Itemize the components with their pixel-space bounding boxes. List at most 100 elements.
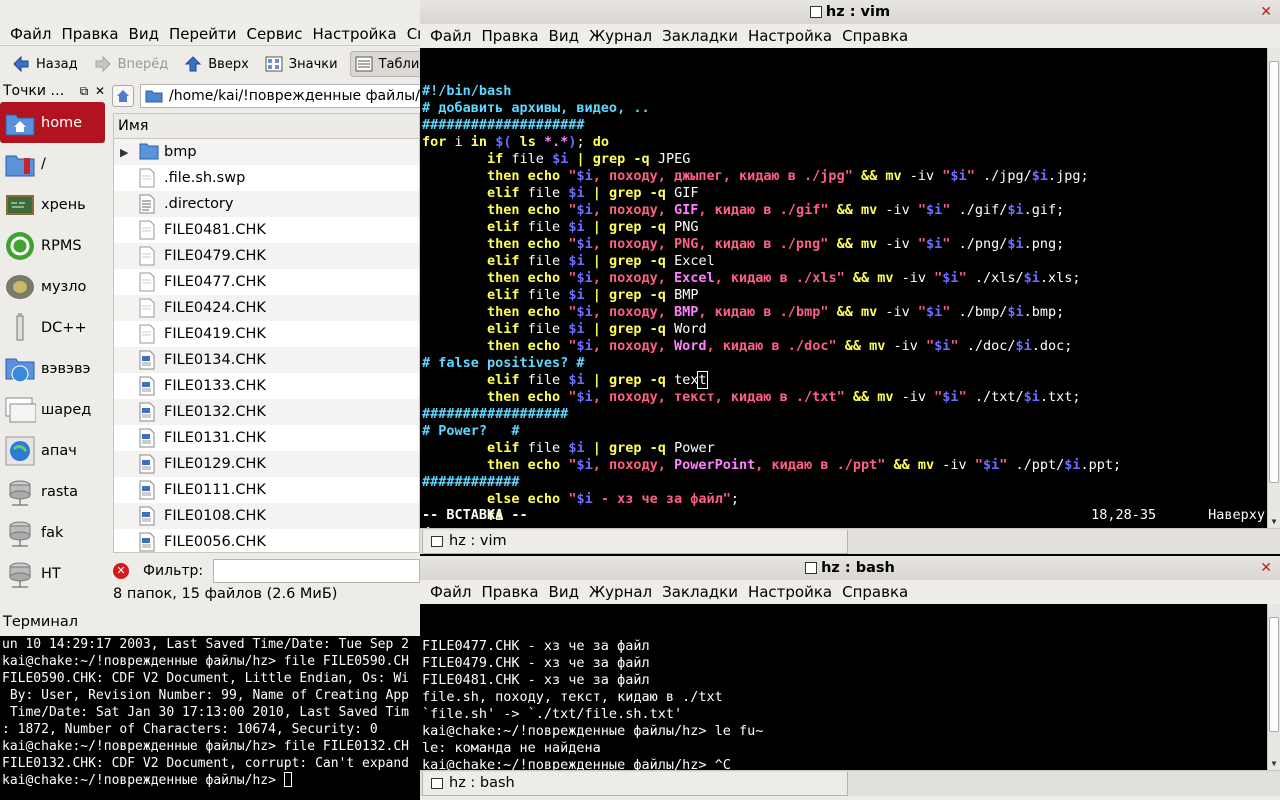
forward-button[interactable]: Вперёд [90, 51, 173, 77]
bash-menu-item-1[interactable]: Правка [481, 583, 538, 601]
table-view-button[interactable]: Таблиц [349, 51, 420, 77]
expand-arrow-icon[interactable]: ▶ [120, 146, 136, 159]
vim-token: file [519, 321, 569, 337]
network-folder-icon [4, 353, 36, 385]
fm-menu-item-5[interactable]: Настройка [303, 25, 397, 43]
network-drive-icon [4, 517, 36, 549]
icons-view-button[interactable]: Значки [261, 51, 342, 77]
file-row[interactable]: FILE0134.CHK [114, 347, 419, 373]
fm-menu-item-3[interactable]: Перейти [159, 25, 237, 43]
place-item-10[interactable]: fak [0, 512, 108, 553]
scroll-down-icon[interactable]: ▼ [1268, 515, 1280, 528]
undock-icon[interactable]: ⧉ [76, 84, 92, 99]
file-row[interactable]: FILE0481.CHK [114, 217, 419, 243]
fm-menu-item-2[interactable]: Вид [119, 25, 159, 43]
place-item-1[interactable]: / [0, 143, 108, 184]
root-folder-icon [4, 148, 36, 180]
place-item-0[interactable]: home [0, 102, 105, 143]
file-row[interactable]: FILE0111.CHK [114, 477, 419, 503]
home-button[interactable] [112, 85, 134, 107]
vim-menu-item-3[interactable]: Журнал [589, 27, 652, 45]
scroll-down-icon[interactable]: ▼ [1268, 757, 1280, 770]
vim-token: , походу, текст, кидаю в ./txt" [592, 389, 845, 405]
file-row[interactable]: FILE0479.CHK [114, 243, 419, 269]
file-row[interactable]: FILE0131.CHK [114, 425, 419, 451]
up-button[interactable]: Вверх [180, 51, 253, 77]
path-field[interactable]: /home/kai/!поврежденные файлы/hz/ [140, 84, 420, 108]
vim-token [585, 440, 593, 456]
vim-token: -q [649, 372, 666, 388]
bash-terminal[interactable]: FILE0477.CHK - хз че за файл FILE0479.CHK… [420, 604, 1280, 770]
file-row[interactable]: FILE0133.CHK [114, 373, 419, 399]
file-row[interactable]: FILE0132.CHK [114, 399, 419, 425]
bash-menu-item-3[interactable]: Журнал [589, 583, 652, 601]
vim-token: then echo [487, 202, 561, 218]
bash-menu-item-5[interactable]: Настройка [748, 583, 832, 601]
file-row[interactable]: FILE0477.CHK [114, 269, 419, 295]
filter-bar: ✕ Фильтр: [113, 559, 420, 583]
bash-menu-item-4[interactable]: Закладки [662, 583, 738, 601]
embedded-terminal[interactable]: un 10 14:29:17 2003, Last Saved Time/Dat… [0, 636, 420, 800]
vim-terminal[interactable]: #!/bin/bash # добавить архивы, видео, .. #… [420, 48, 1280, 528]
tab-vim[interactable]: hz : vim [422, 529, 848, 554]
vim-token: $i [942, 270, 959, 286]
file-row[interactable]: FILE0129.CHK [114, 451, 419, 477]
fm-menu-item-6[interactable]: Спра [397, 25, 420, 43]
vim-token: Power [665, 440, 715, 456]
close-window-icon[interactable]: ✕ [1260, 4, 1272, 20]
file-row[interactable]: FILE0056.CHK [114, 529, 419, 552]
tab-bash[interactable]: hz : bash [422, 771, 848, 796]
close-icon[interactable]: ✕ [92, 84, 108, 98]
vim-token [422, 389, 487, 405]
place-label: апач [41, 442, 77, 459]
vim-line: then echo "$i, походу, BMP, кидаю в ./bm… [422, 304, 1280, 321]
fm-menu-item-1[interactable]: Правка [51, 25, 118, 43]
fm-menu-item-0[interactable]: Файл [0, 25, 51, 43]
place-item-2[interactable]: хрень [0, 184, 108, 225]
blank-file-icon [138, 168, 156, 188]
vim-token: .txt; [1039, 389, 1081, 405]
place-item-6[interactable]: вэвэвэ [0, 348, 108, 389]
vim-scrollbar[interactable]: ▲ ▼ [1267, 48, 1280, 528]
vim-menu-item-4[interactable]: Закладки [662, 27, 738, 45]
bash-menu-item-6[interactable]: Справка [842, 583, 908, 601]
vim-menu-item-0[interactable]: Файл [430, 27, 471, 45]
place-item-3[interactable]: RPMS [0, 225, 108, 266]
place-item-5[interactable]: DC++ [0, 307, 108, 348]
file-row[interactable]: .directory [114, 191, 419, 217]
place-item-4[interactable]: музло [0, 266, 108, 307]
bash-scrollbar[interactable]: ▲ ▼ [1267, 604, 1280, 770]
fm-menu-item-4[interactable]: Сервис [236, 25, 302, 43]
vim-line: elif file $i | grep -q BMP [422, 287, 1280, 304]
vim-line: ################## [422, 406, 1280, 423]
vim-token: " [917, 236, 927, 252]
vim-token: $i [568, 219, 585, 235]
vim-token: ls [519, 134, 536, 150]
vim-mode: -- ВСТАВКА -- [422, 507, 528, 523]
clear-filter-icon[interactable]: ✕ [113, 563, 129, 579]
place-item-11[interactable]: HT [0, 553, 108, 594]
place-label: / [41, 155, 46, 172]
filter-input[interactable] [213, 559, 420, 583]
vim-token [853, 304, 861, 320]
file-row[interactable]: FILE0424.CHK [114, 295, 419, 321]
close-window-icon[interactable]: ✕ [1260, 560, 1272, 576]
file-row[interactable]: .file.sh.swp [114, 165, 419, 191]
place-item-9[interactable]: rasta [0, 471, 108, 512]
vim-token: , походу, PNG, кидаю в ./png" [592, 236, 829, 252]
vim-menu-item-1[interactable]: Правка [481, 27, 538, 45]
file-row[interactable]: FILE0108.CHK [114, 503, 419, 529]
file-row[interactable]: ▶ bmp [114, 139, 419, 165]
place-item-7[interactable]: шаред [0, 389, 108, 430]
vim-scroll-thumb[interactable] [1269, 61, 1279, 484]
bash-menu-item-0[interactable]: Файл [430, 583, 471, 601]
back-button[interactable]: Назад [8, 51, 82, 77]
column-header-name[interactable]: Имя [114, 114, 419, 139]
vim-menu-item-2[interactable]: Вид [549, 27, 579, 45]
file-row[interactable]: FILE0419.CHK [114, 321, 419, 347]
place-item-8[interactable]: апач [0, 430, 108, 471]
bash-scroll-thumb[interactable] [1269, 617, 1279, 732]
vim-menu-item-6[interactable]: Справка [842, 27, 908, 45]
bash-menu-item-2[interactable]: Вид [549, 583, 579, 601]
vim-menu-item-5[interactable]: Настройка [748, 27, 832, 45]
